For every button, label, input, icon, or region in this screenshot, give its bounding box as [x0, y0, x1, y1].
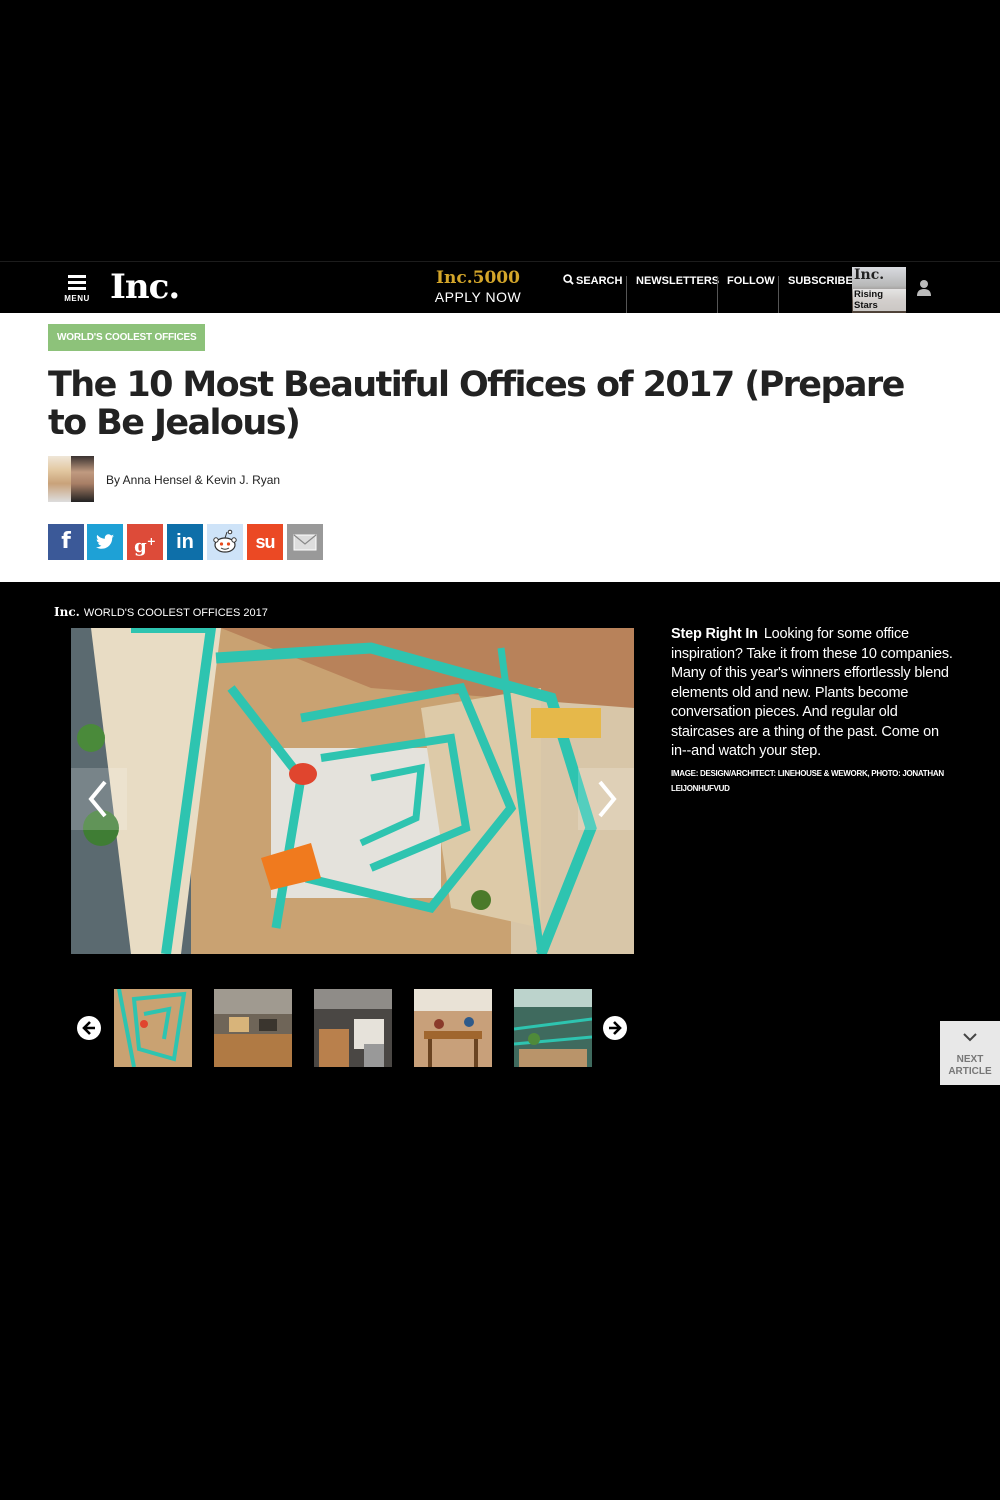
share-linkedin-button[interactable]: in	[167, 524, 203, 560]
gallery-main-photo	[71, 628, 634, 954]
promo-title: Inc.5000	[436, 268, 520, 288]
magazine-title: Inc.	[854, 267, 885, 283]
twitter-icon	[96, 534, 114, 549]
gallery-thumbnail[interactable]	[214, 989, 292, 1067]
next-article-label-line1: NEXT	[956, 1054, 984, 1065]
share-facebook-button[interactable]: f	[48, 524, 84, 560]
caption-title: Step Right In	[671, 626, 758, 642]
chevron-left-icon	[88, 780, 107, 818]
follow-link[interactable]: FOLLOW	[727, 262, 775, 314]
linkedin-icon: in	[176, 531, 194, 553]
nav-divider	[626, 276, 627, 314]
menu-button[interactable]: MENU	[60, 272, 94, 306]
photo-credit: IMAGE: DESIGN/ARCHITECT: LINEHOUSE & WEW…	[671, 769, 944, 793]
gallery-brand-logo: Inc.	[54, 605, 80, 619]
share-reddit-button[interactable]	[207, 524, 243, 560]
nav-divider	[778, 276, 779, 314]
share-google-plus-button[interactable]: g+	[127, 524, 163, 560]
gallery-prev-button[interactable]	[71, 768, 127, 830]
user-account-icon[interactable]	[915, 279, 933, 297]
reddit-icon	[213, 529, 237, 553]
next-article-label-line2: ARTICLE	[948, 1066, 992, 1077]
byline: By Anna Hensel & Kevin J. Ryan	[106, 473, 281, 487]
article-header: WORLD'S COOLEST OFFICES The 10 Most Beau…	[0, 313, 1000, 582]
gallery-brand: Inc. WORLD'S COOLEST OFFICES 2017	[54, 605, 268, 619]
category-tag[interactable]: WORLD'S COOLEST OFFICES	[48, 324, 206, 351]
share-email-button[interactable]	[287, 524, 323, 560]
author-avatar-anna	[48, 456, 71, 502]
caption-body: Looking for some office inspiration? Tak…	[671, 626, 953, 759]
newsletters-link[interactable]: NEWSLETTERS	[636, 262, 719, 314]
chevron-down-icon	[963, 1033, 977, 1042]
arrow-left-icon	[82, 1021, 95, 1035]
search-button[interactable]: SEARCH	[563, 262, 622, 314]
hamburger-icon	[68, 275, 86, 278]
stumbleupon-icon: su	[255, 532, 275, 552]
promo-cta: APPLY NOW	[434, 289, 522, 305]
menu-label: MENU	[64, 294, 90, 303]
gallery-thumbnail[interactable]	[114, 989, 192, 1067]
article-headline: The 10 Most Beautiful Offices of 2017 (P…	[48, 365, 905, 443]
gallery-thumbnail[interactable]	[514, 989, 592, 1067]
gallery-thumbnail[interactable]	[414, 989, 492, 1067]
site-logo[interactable]: Inc.	[110, 267, 180, 307]
gallery-caption: Step Right In Looking for some office ins…	[671, 625, 956, 762]
thumbs-next-button[interactable]	[603, 1016, 627, 1040]
author-avatar-kevin	[71, 456, 94, 502]
subscribe-link[interactable]: SUBSCRIBE	[788, 262, 853, 314]
magazine-cover-line: Rising Stars	[853, 289, 906, 311]
chevron-right-icon	[598, 780, 617, 818]
staircase-photo	[71, 628, 634, 954]
author-avatars	[48, 456, 94, 502]
search-icon	[563, 274, 574, 285]
inc5000-promo[interactable]: Inc.5000 APPLY NOW	[420, 268, 536, 306]
nav-divider	[717, 276, 718, 314]
google-plus-icon: g+	[134, 535, 156, 557]
magazine-cover[interactable]: Inc. Rising Stars	[852, 267, 906, 314]
search-label: SEARCH	[576, 275, 623, 287]
facebook-icon: f	[61, 529, 71, 554]
next-article-button[interactable]: NEXT ARTICLE	[940, 1021, 1000, 1085]
gallery-next-button[interactable]	[578, 768, 634, 830]
arrow-right-icon	[609, 1021, 622, 1035]
share-stumbleupon-button[interactable]: su	[247, 524, 283, 560]
email-icon	[293, 534, 317, 551]
share-twitter-button[interactable]	[87, 524, 123, 560]
site-header: MENU Inc. Inc.5000 APPLY NOW SEARCH NEWS…	[0, 261, 1000, 314]
gallery-brand-title: WORLD'S COOLEST OFFICES 2017	[83, 607, 268, 619]
thumbs-prev-button[interactable]	[77, 1016, 101, 1040]
gallery-thumbnail[interactable]	[314, 989, 392, 1067]
